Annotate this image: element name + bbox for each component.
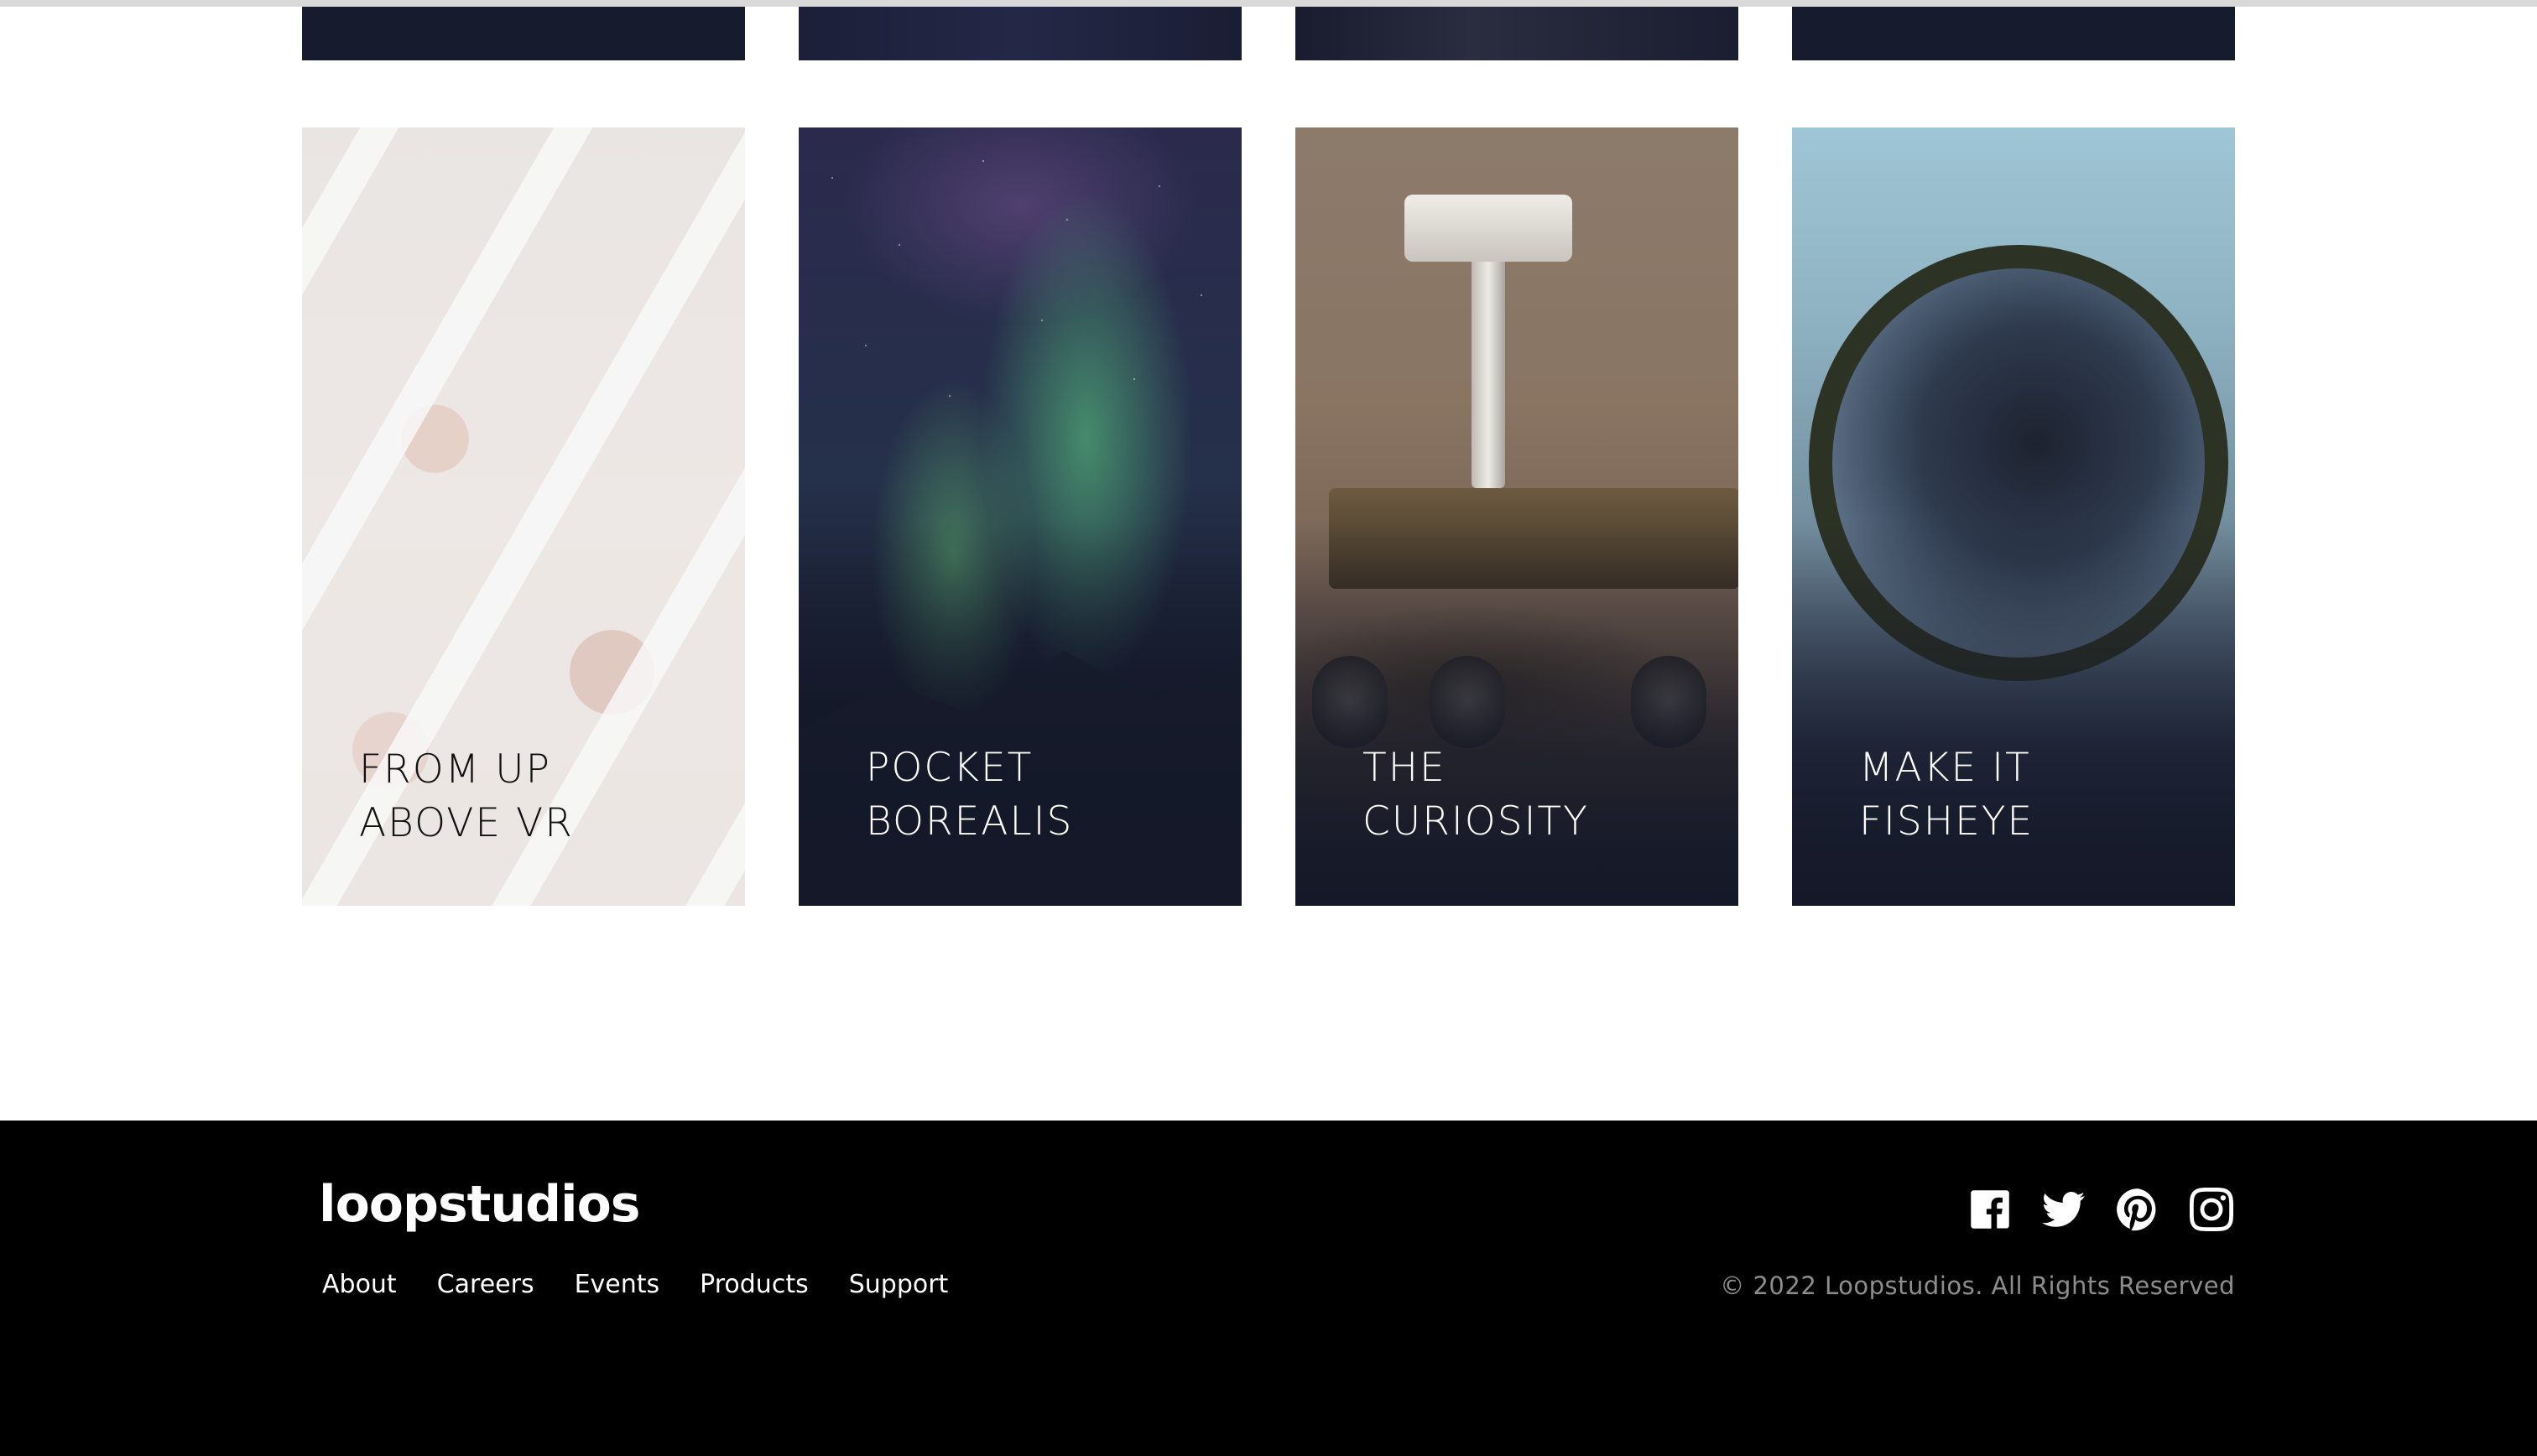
card-title: POCKET BOREALIS [866,741,1201,849]
card-title-line-1: POCKET [866,745,1034,791]
creation-card-the-curiosity[interactable]: THE CURIOSITY [1295,127,1738,906]
card-title-line-2: FISHEYE [1859,798,2034,845]
copyright-text: © 2022 Loopstudios. All Rights Reserved [1720,1271,2235,1300]
twitter-link[interactable] [2040,1186,2087,1233]
card-title: MAKE IT FISHEYE [1859,741,2195,849]
footer-nav: About Careers Events Products Support [322,1270,948,1299]
twitter-icon [2042,1192,2085,1227]
creation-card-top-2[interactable] [799,7,1242,60]
pinterest-icon [2117,1188,2156,1231]
viewport-top-edge [0,0,2537,7]
creation-card-pocket-borealis[interactable]: POCKET BOREALIS [799,127,1242,906]
footer-link-products[interactable]: Products [700,1270,809,1299]
creation-card-top-1[interactable] [302,7,745,60]
creation-card-top-3[interactable] [1295,7,1738,60]
facebook-link[interactable] [1967,1186,2013,1233]
card-title-line-2: BOREALIS [866,798,1074,845]
card-title: THE CURIOSITY [1362,741,1698,849]
site-footer: loopstudios About Careers Events Product… [0,1121,2537,1456]
card-title-line-1: MAKE IT [1859,745,2031,791]
card-title-line-1: THE [1362,745,1446,791]
footer-link-careers[interactable]: Careers [437,1270,534,1299]
card-title-line-2: CURIOSITY [1362,798,1589,845]
footer-link-about[interactable]: About [322,1270,397,1299]
page: FROM UP ABOVE VR POCKET BOREALIS THE CUR… [0,0,2537,1456]
card-title-line-1: FROM UP [359,746,551,793]
creation-card-make-it-fisheye[interactable]: MAKE IT FISHEYE [1792,127,2235,906]
facebook-icon [1971,1190,2009,1229]
creation-card-from-up-above-vr[interactable]: FROM UP ABOVE VR [302,127,745,906]
card-title: FROM UP ABOVE VR [359,743,695,850]
footer-logo[interactable]: loopstudios [319,1179,641,1230]
instagram-link[interactable] [2188,1186,2235,1233]
pinterest-link[interactable] [2114,1186,2161,1233]
footer-link-events[interactable]: Events [575,1270,660,1299]
footer-link-support[interactable]: Support [849,1270,949,1299]
creation-card-top-4[interactable] [1792,7,2235,60]
rover-head [1404,195,1572,262]
social-links [1967,1186,2235,1233]
card-title-line-2: ABOVE VR [359,800,574,846]
instagram-icon [2190,1188,2233,1231]
